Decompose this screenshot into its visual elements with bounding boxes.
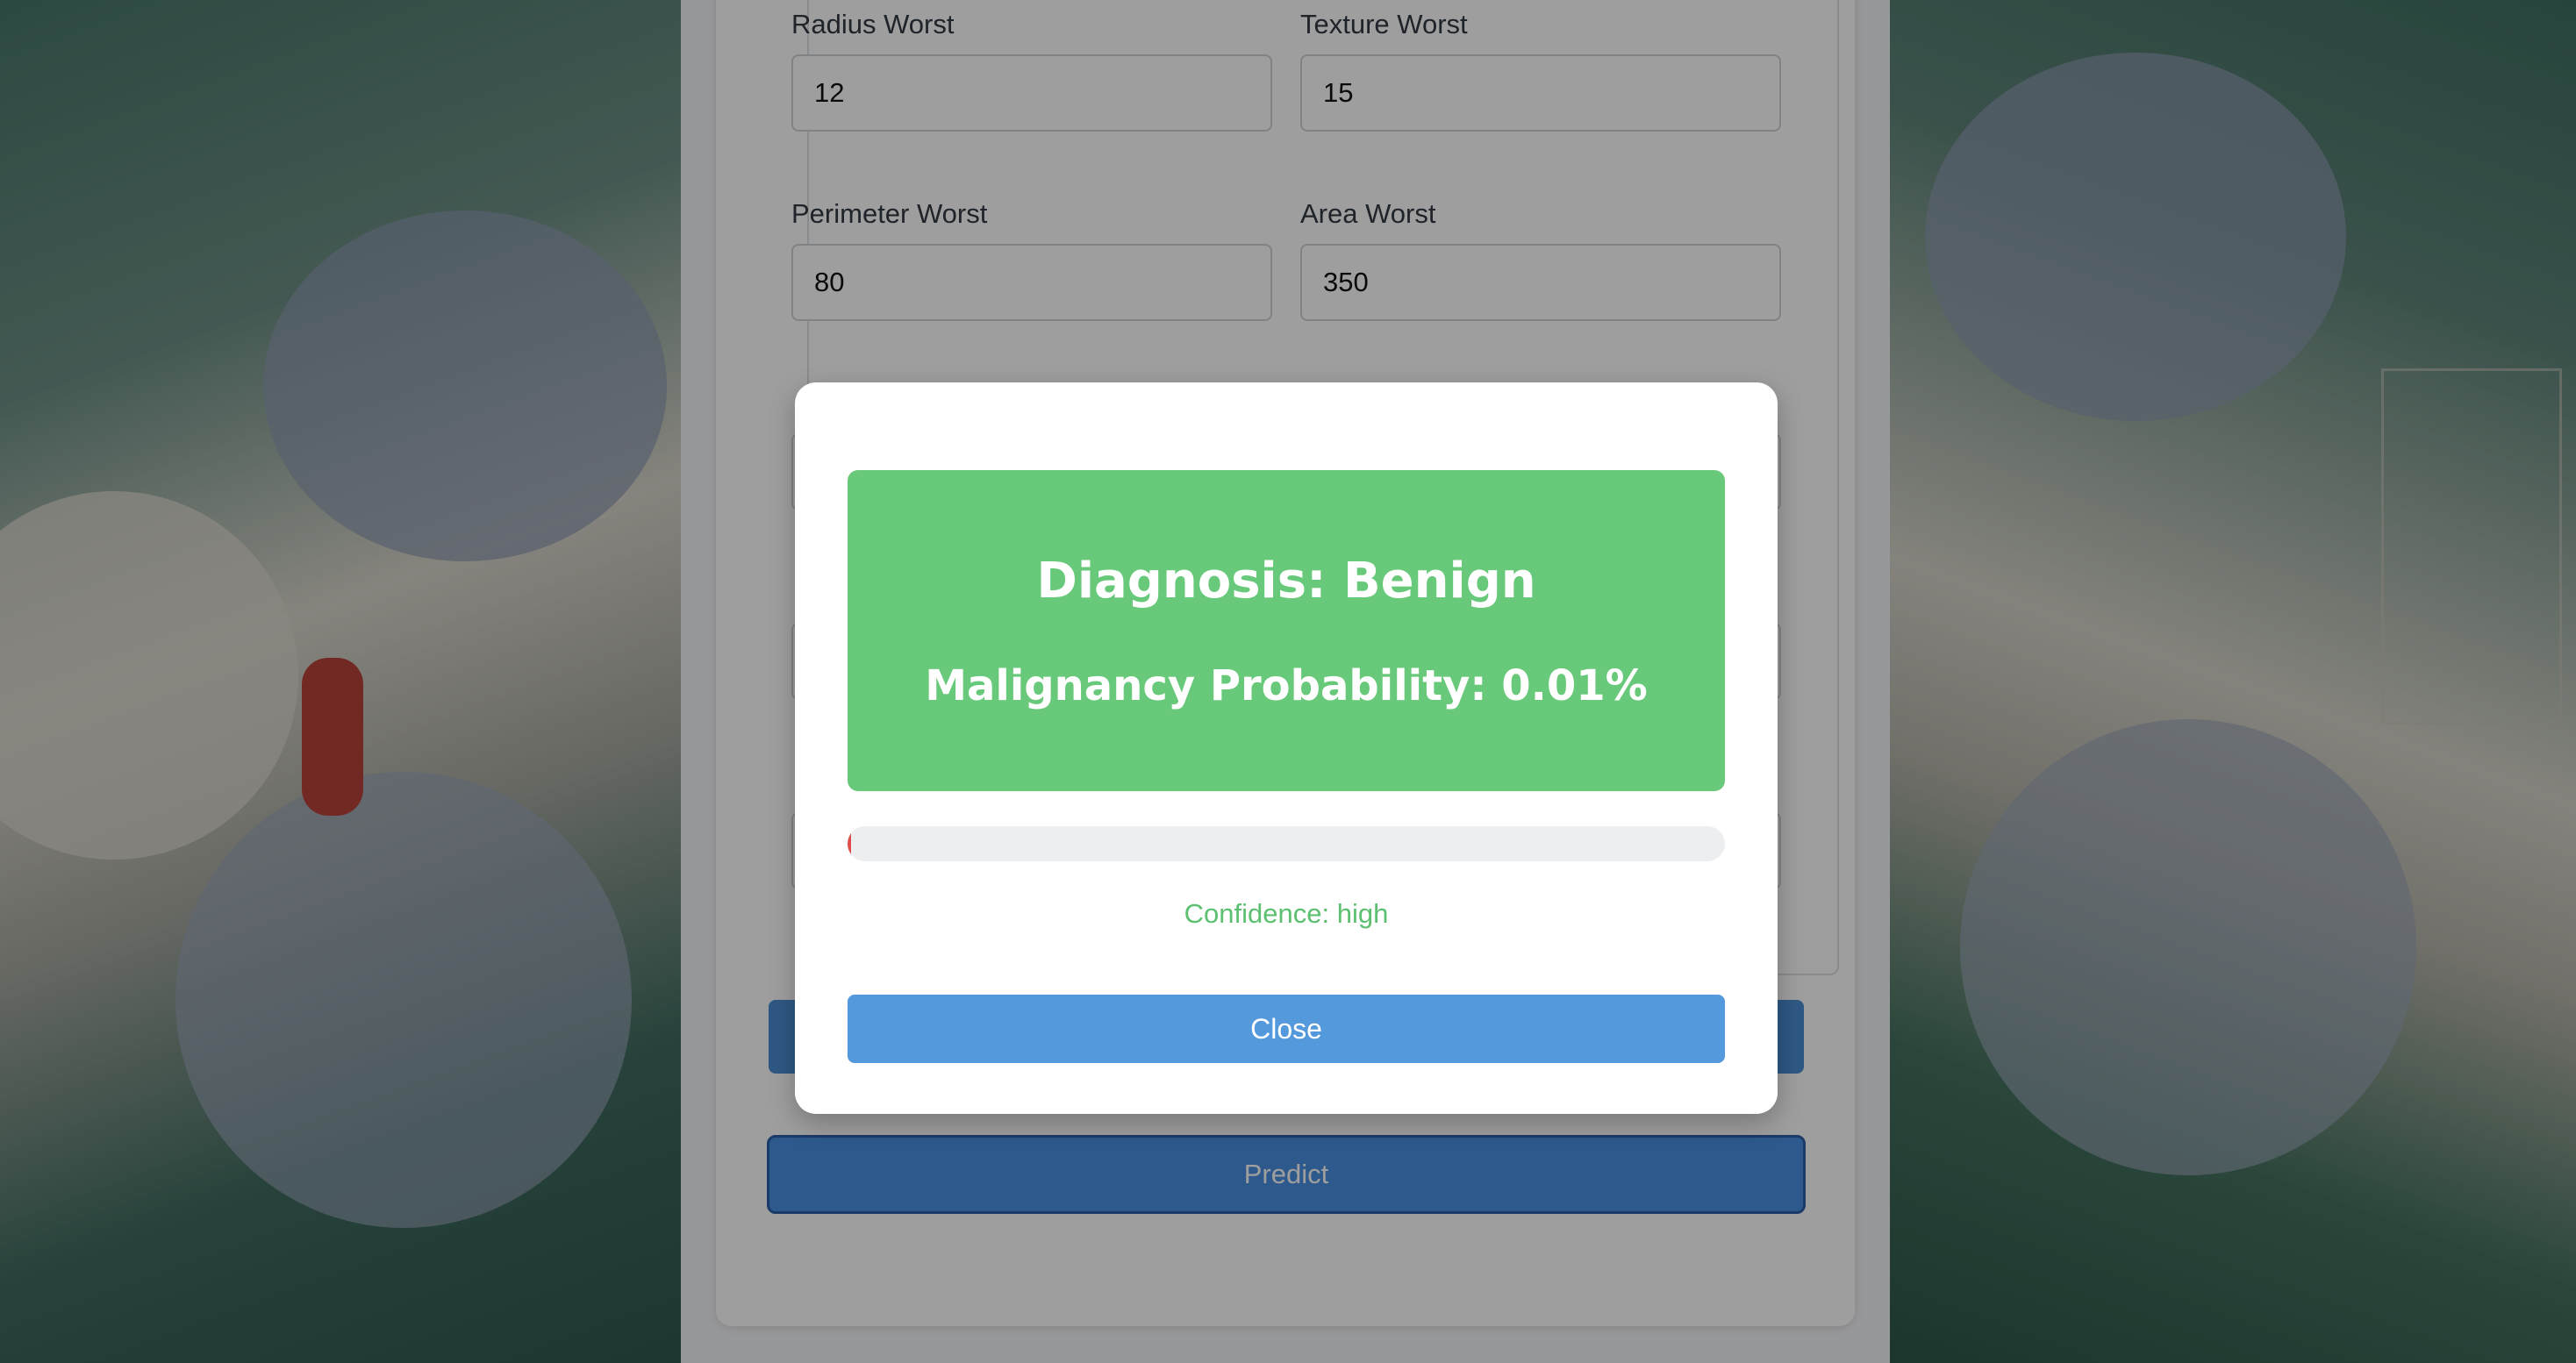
probability-bar xyxy=(848,826,1725,861)
malignancy-probability-text: Malignancy Probability: 0.01% xyxy=(925,661,1648,710)
diagnosis-result-box: Diagnosis: Benign Malignancy Probability… xyxy=(848,470,1725,791)
diagnosis-text: Diagnosis: Benign xyxy=(1036,553,1536,610)
confidence-text: Confidence: high xyxy=(1184,898,1389,929)
app-stage: Radius Worst 12 Texture Worst 15 Perimet… xyxy=(0,0,2576,1363)
close-button[interactable]: Close xyxy=(848,995,1725,1063)
probability-bar-fill xyxy=(848,826,851,861)
result-modal: Diagnosis: Benign Malignancy Probability… xyxy=(795,382,1778,1114)
